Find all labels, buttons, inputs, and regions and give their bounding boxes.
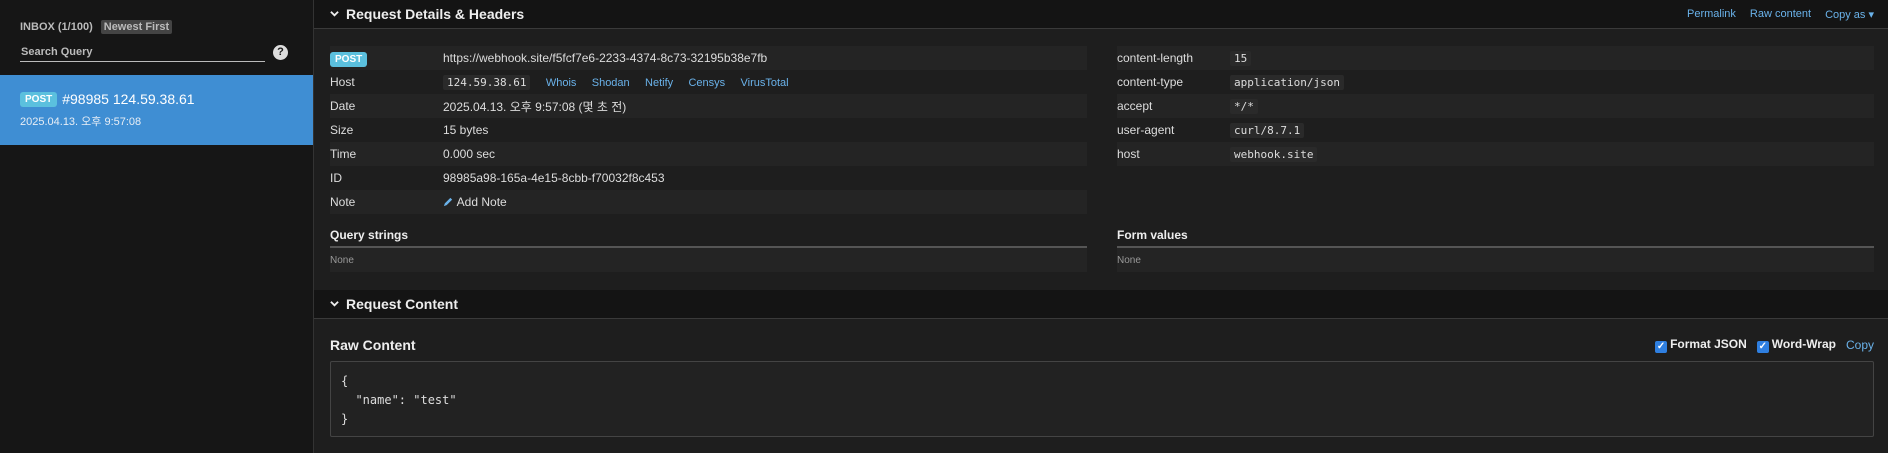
sidebar: INBOX (1/100) Newest First ? POST #98985… — [0, 0, 314, 453]
params-section: Query strings None Form values None — [314, 214, 1888, 272]
app: INBOX (1/100) Newest First ? POST #98985… — [0, 0, 1888, 453]
help-icon[interactable]: ? — [273, 45, 288, 60]
time-row: Time 0.000 sec — [330, 142, 1087, 166]
request-date: 2025.04.13. 오후 9:57:08 — [20, 116, 142, 128]
details-grid: POST https://webhook.site/f5fcf7e6-2233-… — [314, 29, 1888, 214]
headers-table: content-length 15 content-type applicati… — [1117, 46, 1874, 214]
request-details-header[interactable]: Request Details & Headers Permalink Raw … — [314, 0, 1888, 29]
format-json-label: Format JSON — [1670, 337, 1747, 351]
note-label: Note — [330, 195, 356, 209]
word-wrap-toggle[interactable]: ✓ Word-Wrap — [1756, 337, 1836, 353]
time-value: 0.000 sec — [443, 147, 496, 161]
word-wrap-label: Word-Wrap — [1771, 337, 1836, 351]
add-note-button[interactable]: Add Note — [443, 195, 507, 209]
add-note-label: Add Note — [456, 195, 507, 209]
netify-link[interactable]: Netify — [645, 77, 673, 89]
query-strings-title: Query strings — [330, 228, 1087, 248]
search-input[interactable] — [20, 44, 265, 62]
raw-content-title: Raw Content — [330, 337, 416, 353]
request-id-ip: #98985 124.59.38.61 — [62, 91, 195, 107]
header-key: host — [1117, 147, 1140, 161]
copy-button[interactable]: Copy — [1846, 338, 1874, 352]
method-badge: POST — [330, 52, 368, 67]
chevron-down-icon — [330, 10, 339, 17]
pencil-icon — [443, 197, 453, 207]
request-list-item[interactable]: POST #98985 124.59.38.61 2025.04.13. 오후 … — [0, 75, 313, 145]
inbox-label: INBOX (1/100) — [20, 21, 93, 33]
url-row: POST https://webhook.site/f5fcf7e6-2233-… — [330, 46, 1087, 70]
query-strings-value: None — [330, 248, 1087, 272]
query-strings: Query strings None — [330, 228, 1087, 272]
header-value: curl/8.7.1 — [1230, 123, 1305, 138]
request-content-header[interactable]: Request Content — [314, 290, 1888, 319]
header-value: */* — [1230, 99, 1258, 114]
id-label: ID — [330, 171, 342, 185]
main-panel: Request Details & Headers Permalink Raw … — [314, 0, 1888, 453]
size-value: 15 bytes — [443, 123, 489, 137]
form-values-value: None — [1117, 248, 1874, 272]
date-label: Date — [330, 99, 356, 113]
copy-as-dropdown[interactable]: Copy as ▾ — [1825, 8, 1874, 21]
checkbox-checked-icon[interactable]: ✓ — [1655, 341, 1668, 353]
checkbox-checked-icon[interactable]: ✓ — [1756, 341, 1769, 353]
whois-link[interactable]: Whois — [546, 77, 577, 89]
request-summary: POST #98985 124.59.38.61 — [20, 91, 293, 107]
form-values: Form values None — [1117, 228, 1874, 272]
sort-toggle[interactable]: Newest First — [100, 20, 173, 34]
host-ip: 124.59.38.61 — [443, 75, 531, 90]
size-label: Size — [330, 123, 354, 137]
virustotal-link[interactable]: VirusTotal — [741, 77, 789, 89]
chevron-down-icon — [330, 300, 339, 307]
header-row: content-length 15 — [1117, 46, 1874, 70]
form-values-title: Form values — [1117, 228, 1874, 248]
id-row: ID 98985a98-165a-4e15-8cbb-f70032f8c453 — [330, 166, 1087, 190]
raw-content-toolbar: Raw Content ✓ Format JSON ✓ Word-Wrap Copy — [314, 319, 1888, 353]
header-key: accept — [1117, 99, 1153, 113]
method-cell: POST — [330, 51, 443, 67]
header-actions: Permalink Raw content Copy as ▾ — [1687, 8, 1888, 21]
header-value: webhook.site — [1230, 147, 1318, 162]
permalink-link[interactable]: Permalink — [1687, 8, 1736, 21]
raw-options: ✓ Format JSON ✓ Word-Wrap Copy — [1655, 337, 1874, 353]
raw-content-body[interactable]: { "name": "test" } — [330, 361, 1874, 437]
section-title: Request Details & Headers — [346, 6, 525, 22]
host-label: Host — [330, 75, 355, 89]
inbox-title-row: INBOX (1/100) Newest First — [20, 20, 293, 34]
header-key: content-type — [1117, 75, 1184, 89]
shodan-link[interactable]: Shodan — [592, 77, 630, 89]
raw-content-link[interactable]: Raw content — [1750, 8, 1811, 21]
time-label: Time — [330, 147, 357, 161]
date-value: 2025.04.13. 오후 9:57:08 (몇 초 전) — [443, 99, 627, 114]
date-row: Date 2025.04.13. 오후 9:57:08 (몇 초 전) — [330, 94, 1087, 118]
note-row: Note Add Note — [330, 190, 1087, 214]
header-key: content-length — [1117, 51, 1194, 65]
host-value-cell: 124.59.38.61 Whois Shodan Netify Censys … — [443, 75, 789, 90]
header-value: application/json — [1230, 75, 1344, 90]
header-row: accept */* — [1117, 94, 1874, 118]
header-row: host webhook.site — [1117, 142, 1874, 166]
sidebar-header: INBOX (1/100) Newest First ? — [0, 0, 313, 75]
section-title: Request Content — [346, 296, 458, 312]
censys-link[interactable]: Censys — [688, 77, 725, 89]
header-value: 15 — [1230, 51, 1252, 66]
id-value: 98985a98-165a-4e15-8cbb-f70032f8c453 — [443, 171, 665, 185]
host-row: Host 124.59.38.61 Whois Shodan Netify Ce… — [330, 70, 1087, 94]
method-badge: POST — [20, 91, 58, 107]
request-url-link[interactable]: https://webhook.site/f5fcf7e6-2233-4374-… — [443, 51, 767, 65]
header-key: user-agent — [1117, 123, 1175, 137]
request-info: POST https://webhook.site/f5fcf7e6-2233-… — [330, 46, 1087, 214]
header-row: user-agent curl/8.7.1 — [1117, 118, 1874, 142]
format-json-toggle[interactable]: ✓ Format JSON — [1655, 337, 1747, 353]
size-row: Size 15 bytes — [330, 118, 1087, 142]
header-row: content-type application/json — [1117, 70, 1874, 94]
